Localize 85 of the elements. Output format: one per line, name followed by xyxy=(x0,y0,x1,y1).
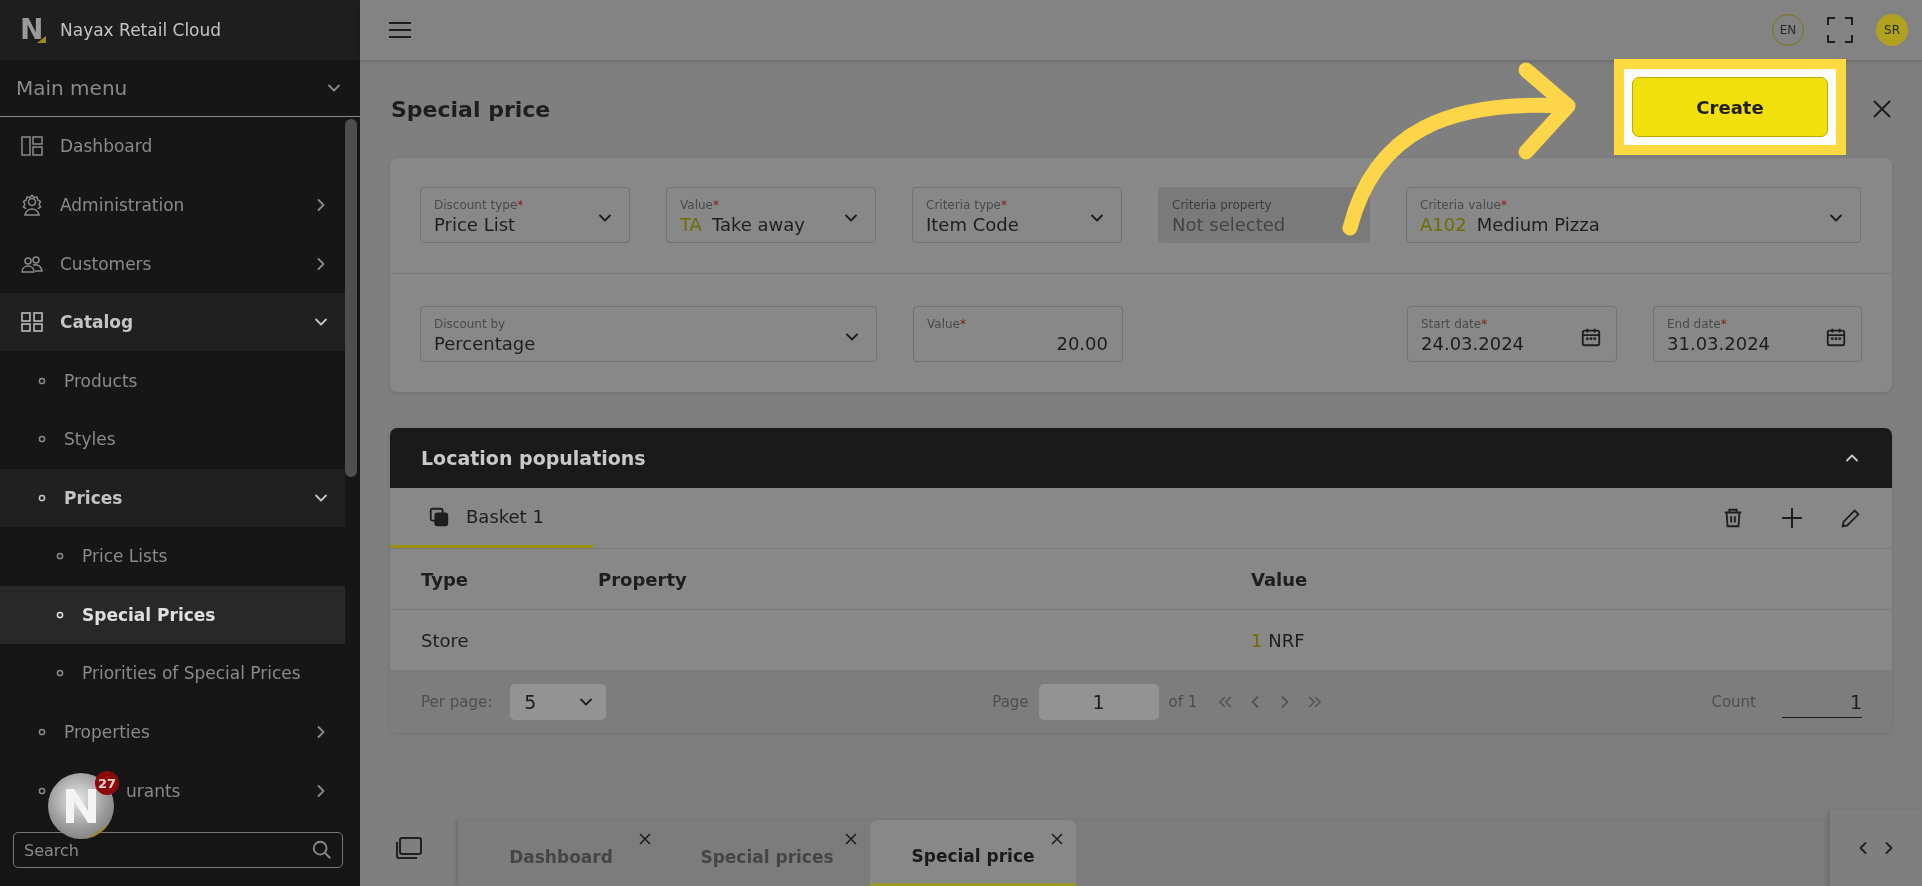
dropdown-field[interactable]: Value* TA Take away xyxy=(666,187,876,243)
menu-item[interactable]: Price Lists xyxy=(0,535,345,578)
chat-avatar[interactable] xyxy=(48,773,114,839)
plus-icon[interactable] xyxy=(1780,506,1804,530)
create-button[interactable]: Create xyxy=(1632,77,1828,137)
bullet-icon xyxy=(56,610,64,619)
trash-icon[interactable] xyxy=(1722,507,1744,529)
menu-item[interactable]: Priorities of Special Prices xyxy=(0,651,345,695)
grid-icon xyxy=(20,310,44,335)
field-label: End date* xyxy=(1667,316,1728,331)
field-label: Start date* xyxy=(1421,316,1489,331)
menu-item[interactable]: Styles xyxy=(0,418,345,461)
field-value: 20.00 xyxy=(1056,332,1108,354)
menu-item[interactable]: urants xyxy=(126,780,181,801)
dropdown-field[interactable]: Criteria type* Item Code xyxy=(912,187,1122,243)
app-title: Nayax Retail Cloud xyxy=(60,20,222,40)
field-value: 31.03.2024 xyxy=(1667,332,1771,354)
notification-badge: 27 xyxy=(95,771,119,795)
field-label: Criteria type* xyxy=(926,197,1008,212)
date-field[interactable]: End date* 31.03.2024 xyxy=(1653,306,1862,362)
user-avatar[interactable]: SR xyxy=(1876,14,1908,46)
field-label: Value* xyxy=(680,197,720,212)
table-cell-text: Store xyxy=(421,629,470,651)
menu-item[interactable]: Catalog xyxy=(0,293,345,352)
menu-item[interactable]: Dashboard xyxy=(0,125,345,168)
field-label: Value* xyxy=(927,316,967,331)
column-header: Type xyxy=(421,568,469,590)
input-field[interactable]: Value* 20.00 xyxy=(913,306,1123,362)
dashboard-icon xyxy=(20,134,44,159)
dropdown-field[interactable]: Discount type* Price List xyxy=(420,187,630,243)
windows-icon[interactable] xyxy=(395,836,423,860)
page-title: Special price xyxy=(391,96,551,122)
field-value: 24.03.2024 xyxy=(1421,332,1525,354)
column-header: Property xyxy=(598,568,688,590)
close-icon[interactable] xyxy=(638,832,652,846)
search-field[interactable]: Search xyxy=(13,832,343,868)
close-icon[interactable] xyxy=(1050,832,1064,846)
close-icon[interactable] xyxy=(1872,99,1892,119)
table-cell-text: 1 NRF xyxy=(1251,629,1306,651)
calendar-icon[interactable] xyxy=(1580,326,1602,348)
bullet-icon xyxy=(56,669,64,678)
dropdown-field[interactable]: Discount by Percentage xyxy=(420,306,877,362)
search-icon xyxy=(311,839,333,861)
menu-item[interactable]: Properties xyxy=(0,710,345,754)
column-header: Value xyxy=(1251,568,1309,590)
field-label: Criteria property xyxy=(1172,197,1273,212)
bullet-icon xyxy=(38,727,46,736)
menu-icon[interactable] xyxy=(388,20,412,40)
fullscreen-icon[interactable] xyxy=(1826,16,1854,44)
page-tab[interactable]: Special price xyxy=(870,820,1076,886)
field-label: Criteria value* xyxy=(1420,197,1508,212)
field-value: Medium Pizza xyxy=(1476,213,1600,235)
close-icon[interactable] xyxy=(844,832,858,846)
scrollbar[interactable] xyxy=(345,119,357,477)
code-text: TA xyxy=(680,213,702,235)
dropdown-field[interactable]: Criteria value* A102 Medium Pizza xyxy=(1406,187,1861,243)
pencil-icon[interactable] xyxy=(1840,507,1862,529)
bullet-icon xyxy=(38,786,46,795)
settings-user-icon xyxy=(20,193,44,218)
field-value: Percentage xyxy=(434,332,536,354)
menu-item[interactable]: Prices xyxy=(0,468,345,527)
field-value: Take away xyxy=(711,213,805,235)
per-page-dropdown[interactable]: 5 xyxy=(510,684,607,720)
menu-item[interactable]: Customers xyxy=(0,242,345,286)
bullet-icon xyxy=(38,435,46,444)
date-field[interactable]: Start date* 24.03.2024 xyxy=(1407,306,1617,362)
calendar-icon[interactable] xyxy=(1825,326,1847,348)
basket-tab[interactable]: Basket 1 xyxy=(390,488,593,548)
code-text: A102 xyxy=(1420,213,1467,235)
menu-item[interactable]: Special Prices xyxy=(0,585,345,644)
menu-item[interactable]: Products xyxy=(0,359,345,403)
field-label: Discount type* xyxy=(434,197,525,212)
field-value: Price List xyxy=(434,213,516,235)
bullet-icon xyxy=(38,493,46,502)
menu-item[interactable]: Administration xyxy=(0,183,345,227)
logo: N xyxy=(20,15,46,45)
section-title: Location populations xyxy=(421,447,646,469)
field-label: Discount by xyxy=(434,316,507,331)
main-menu-header[interactable]: Main menu xyxy=(0,60,360,117)
layers-icon xyxy=(428,505,450,528)
bullet-icon xyxy=(38,376,46,385)
page-input[interactable]: 1 xyxy=(1038,684,1159,720)
bullet-icon xyxy=(56,552,64,561)
count-field[interactable]: 1 xyxy=(1782,686,1862,718)
field-value: Item Code xyxy=(926,213,1019,235)
